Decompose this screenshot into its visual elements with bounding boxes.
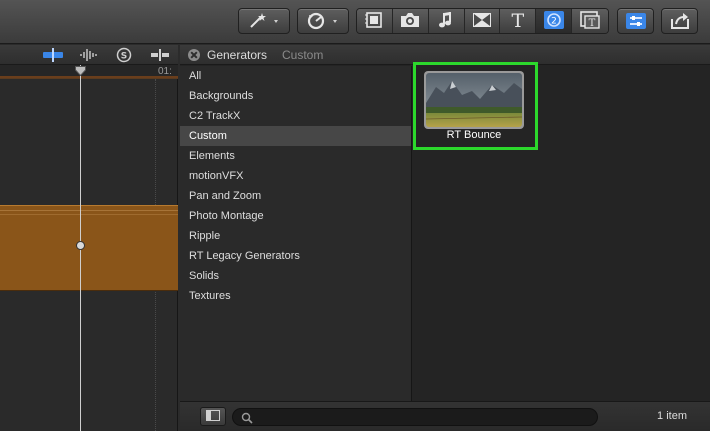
generator-item-rt-bounce[interactable] — [424, 71, 524, 129]
sidebar-toggle-button[interactable] — [200, 407, 226, 426]
event-browser-button[interactable] — [357, 9, 393, 33]
transitions-browser-button[interactable] — [464, 9, 501, 33]
camera-icon — [399, 11, 421, 32]
sidebar-toggle-icon — [206, 409, 220, 424]
category-item-backgrounds[interactable]: Backgrounds — [180, 86, 411, 106]
inspector-button[interactable] — [617, 8, 654, 34]
magic-wand-icon — [245, 12, 283, 30]
audio-skimming-icon[interactable] — [79, 48, 99, 65]
timeline-ruler[interactable]: 01: — [0, 65, 178, 79]
retime-menu-button[interactable] — [297, 8, 349, 34]
svg-text:S: S — [121, 52, 127, 62]
keyframe-point[interactable] — [76, 241, 85, 250]
timeline-header: S — [0, 45, 178, 65]
category-list: All Backgrounds C2 TrackX Custom Element… — [180, 66, 412, 401]
enhancements-menu-button[interactable] — [238, 8, 290, 34]
themes-icon: T — [579, 10, 601, 33]
category-item-elements[interactable]: Elements — [180, 146, 411, 166]
category-item-c2-trackx[interactable]: C2 TrackX — [180, 106, 411, 126]
share-button[interactable] — [661, 8, 698, 34]
category-item-photo-montage[interactable]: Photo Montage — [180, 206, 411, 226]
browser-subtitle: Custom — [282, 48, 324, 62]
generators-browser-button[interactable]: 2 — [536, 9, 573, 33]
category-item-custom[interactable]: Custom — [180, 126, 411, 146]
category-item-motionvfx[interactable]: motionVFX — [180, 166, 411, 186]
toolbar: T 2 T — [0, 0, 710, 44]
browser-button-group: T 2 T — [356, 8, 609, 34]
titles-browser-button[interactable]: T — [500, 9, 537, 33]
music-browser-button[interactable] — [428, 9, 465, 33]
category-item-solids[interactable]: Solids — [180, 266, 411, 286]
ruler-timecode: 01: — [158, 66, 172, 77]
clip-border-line — [0, 214, 178, 215]
themes-browser-button[interactable]: T — [572, 9, 608, 33]
item-count: 1 item — [657, 410, 687, 422]
clip-border-line — [0, 210, 178, 211]
category-item-textures[interactable]: Textures — [180, 286, 411, 306]
generator-thumbnail — [426, 73, 522, 127]
svg-text:2: 2 — [551, 16, 557, 26]
inspector-icon — [625, 12, 647, 30]
category-item-rt-legacy-generators[interactable]: RT Legacy Generators — [180, 246, 411, 266]
timeline-panel[interactable]: S 01: — [0, 45, 178, 431]
category-item-pan-and-zoom[interactable]: Pan and Zoom — [180, 186, 411, 206]
transitions-icon — [472, 11, 492, 32]
filmstrip-icon — [364, 11, 384, 32]
photo-browser-button[interactable] — [392, 9, 429, 33]
svg-text:T: T — [589, 18, 596, 29]
snapping-icon[interactable] — [150, 48, 170, 65]
search-field[interactable] — [232, 408, 598, 426]
generators-icon: 2 — [543, 10, 565, 33]
search-input[interactable] — [257, 410, 587, 424]
browser-footer: 1 item — [180, 401, 710, 431]
generator-item-label: RT Bounce — [446, 129, 502, 141]
share-icon — [669, 12, 691, 30]
search-icon — [241, 412, 253, 424]
category-item-all[interactable]: All — [180, 66, 411, 86]
music-note-icon — [437, 11, 455, 32]
retime-icon — [304, 12, 342, 30]
timeline-clip[interactable] — [0, 205, 178, 291]
category-item-ripple[interactable]: Ripple — [180, 226, 411, 246]
ruler-range-stripe — [0, 76, 178, 78]
title-icon: T — [511, 9, 525, 32]
close-icon[interactable] — [188, 49, 200, 61]
solo-icon[interactable]: S — [115, 47, 133, 66]
skimming-icon[interactable] — [42, 48, 64, 65]
generator-grid: RT Bounce — [413, 62, 710, 401]
playhead-handle-icon[interactable] — [75, 66, 86, 76]
browser-title: Generators — [207, 48, 268, 62]
generators-browser: Generators Custom All Backgrounds C2 Tra… — [180, 45, 710, 431]
